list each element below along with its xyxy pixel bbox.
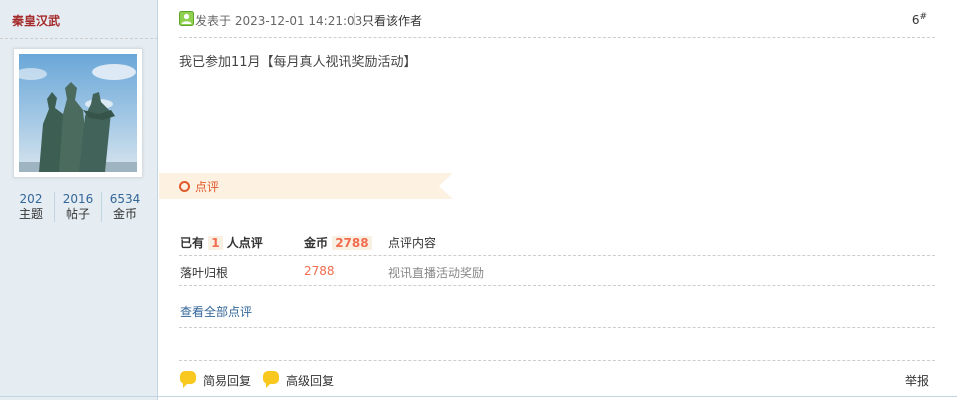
stat-posts-value[interactable]: 2016 (55, 192, 101, 207)
rating-gold-label: 金币 (304, 236, 329, 250)
stat-posts[interactable]: 2016 帖子 (54, 192, 101, 222)
post-main: 发表于 2023-12-01 14:21:03 只看该作者 6# 我已参加11月… (159, 0, 957, 400)
stat-posts-label: 帖子 (65, 207, 90, 221)
post-header: 发表于 2023-12-01 14:21:03 只看该作者 6# (179, 10, 935, 38)
view-all-ratings-link[interactable]: 查看全部点评 (180, 303, 252, 320)
stat-threads[interactable]: 202 主题 (8, 192, 54, 222)
rating-banner-label: 点评 (195, 180, 220, 194)
rater-username[interactable]: 落叶归根 (180, 264, 228, 281)
stat-threads-value[interactable]: 202 (8, 192, 54, 207)
sidebar-divider (0, 38, 158, 39)
post-timestamp: 发表于 2023-12-01 14:21:03 (195, 12, 362, 29)
footer-divider (179, 360, 935, 361)
rating-count-prefix: 已有 (180, 236, 205, 250)
stat-threads-label: 主题 (18, 207, 43, 221)
posted-prefix: 发表于 (195, 14, 232, 28)
author-stats: 202 主题 2016 帖子 6534 金币 (8, 192, 148, 222)
quick-reply-icon[interactable] (180, 371, 196, 388)
post-bottom-border (0, 396, 957, 397)
rating-comment: 视讯直播活动奖励 (388, 266, 485, 280)
report-link[interactable]: 举报 (905, 372, 929, 389)
rating-banner: 点评 (159, 173, 453, 199)
avatar-statue-image (19, 54, 137, 172)
rating-gold-value: 2788 (332, 236, 372, 250)
advanced-reply-link[interactable]: 高级回复 (286, 372, 334, 389)
view-author-only-link[interactable]: 只看该作者 (362, 12, 422, 29)
rating-header-row: 已有 1 人点评 金币 2788 点评内容 (179, 226, 935, 256)
header-separator (354, 13, 355, 25)
ratings-divider (179, 327, 935, 328)
stat-gold[interactable]: 6534 金币 (101, 192, 148, 222)
advanced-reply-icon[interactable] (263, 371, 279, 388)
user-online-icon (179, 11, 194, 26)
avatar-frame[interactable] (13, 48, 143, 178)
author-sidebar: 秦皇汉武 202 主题 2016 帖子 6534 金币 (0, 0, 158, 400)
quick-reply-link[interactable]: 简易回复 (203, 372, 251, 389)
rating-count-text: 已有 1 人点评 (180, 234, 263, 251)
floor-number[interactable]: 6# (912, 12, 927, 27)
posted-time: 2023-12-01 14:21:03 (234, 14, 363, 28)
rating-gold-total: 金币 2788 (304, 234, 372, 251)
avatar[interactable] (19, 54, 137, 172)
rating-count-suffix: 人点评 (226, 236, 263, 250)
floor-hash: # (919, 12, 927, 22)
rating-row: 落叶归根 2788 视讯直播活动奖励 (179, 256, 935, 286)
author-username[interactable]: 秦皇汉武 (12, 12, 60, 29)
stat-gold-value[interactable]: 6534 (102, 192, 148, 207)
rating-circle-icon (179, 181, 190, 192)
post-content: 我已参加11月【每月真人视讯奖励活动】 (179, 55, 417, 70)
stat-gold-label: 金币 (112, 207, 137, 221)
rating-banner-notch (439, 173, 453, 199)
rating-amount: 2788 (304, 264, 335, 278)
rating-count: 1 (208, 236, 223, 250)
rating-comment-header: 点评内容 (388, 236, 437, 250)
rating-table: 已有 1 人点评 金币 2788 点评内容 落叶归根 2788 视讯直播活动奖励 (179, 226, 935, 286)
